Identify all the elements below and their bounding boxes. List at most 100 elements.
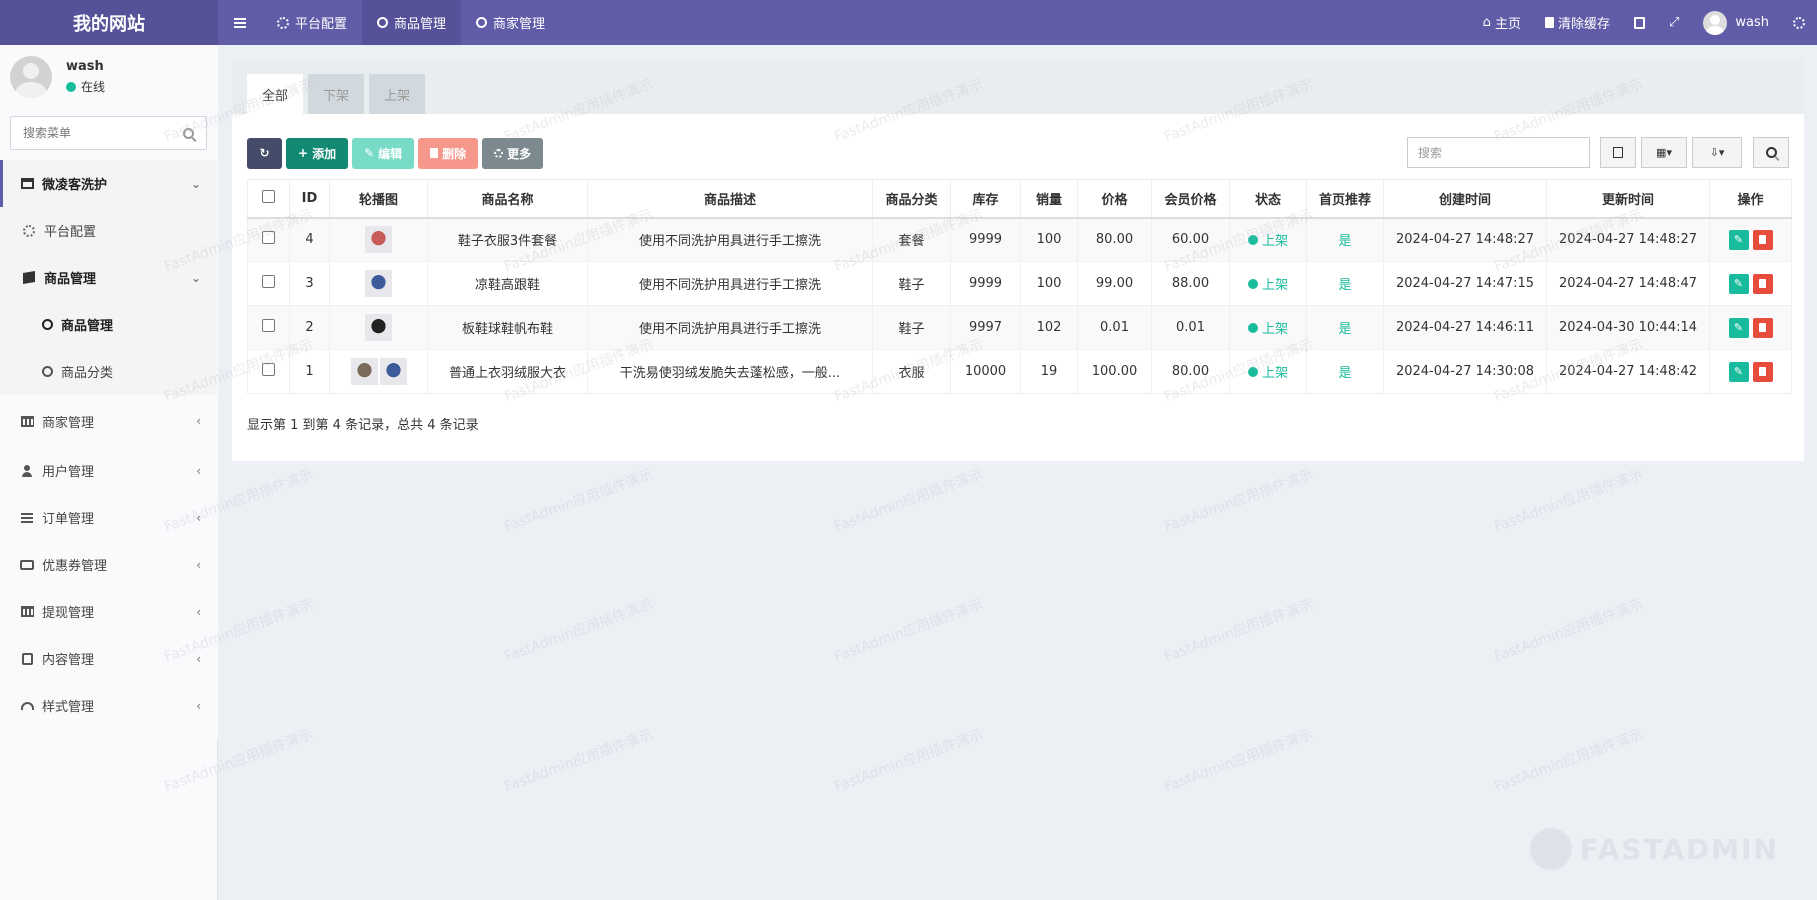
table-row[interactable]: 3 凉鞋高跟鞋 使用不同洗护用具进行手工擦洗 鞋子 9999 100 99.00… — [247, 261, 1792, 306]
tab-on-shelf[interactable]: 上架 — [369, 74, 426, 114]
product-thumbnail[interactable] — [350, 358, 378, 385]
sidebar-item-label: 商家管理 — [42, 415, 95, 431]
product-table: ID 轮播图 商品名称 商品描述 商品分类 库存 销量 价格 会员价格 状态 首… — [247, 179, 1792, 394]
status-badge[interactable]: 上架 — [1247, 362, 1288, 381]
sidebar-toggle-button[interactable] — [218, 0, 262, 45]
col-header[interactable]: 创建时间 — [1383, 179, 1547, 219]
select-all-checkbox[interactable] — [262, 189, 275, 203]
filter-tabs: 全部 下架 上架 — [232, 59, 1804, 114]
row-edit-button[interactable]: ✎ — [1728, 317, 1749, 338]
cell-actions: ✎ — [1709, 305, 1792, 350]
col-header[interactable]: ID — [289, 179, 330, 219]
clear-cache-button[interactable]: 清除缓存 — [1533, 0, 1622, 45]
export-button[interactable]: ⇩ ▾ — [1692, 137, 1742, 168]
product-thumbnail[interactable] — [379, 358, 407, 385]
sidebar-item-label: 内容管理 — [42, 653, 95, 668]
cell-id: 2 — [289, 305, 330, 350]
top-tab-platform-config[interactable]: 平台配置 — [262, 0, 362, 45]
col-header[interactable]: 商品分类 — [872, 179, 951, 219]
fullscreen-button[interactable]: ⤢ — [1657, 0, 1691, 45]
more-button[interactable]: 更多 — [482, 137, 544, 169]
sidebar-item-product-management[interactable]: 商品管理 ⌄ — [0, 254, 217, 301]
col-header[interactable]: 状态 — [1229, 179, 1307, 219]
row-checkbox[interactable] — [262, 363, 275, 376]
sidebar-item-label: 商品管理 — [44, 272, 97, 287]
user-menu[interactable]: wash — [1691, 0, 1781, 45]
edit-button[interactable]: ✎ 编辑 — [352, 137, 415, 169]
col-header[interactable]: 轮播图 — [329, 179, 428, 219]
sidebar-item-wash-care[interactable]: 微凌客洗护 ⌄ — [0, 160, 217, 207]
product-thumbnail[interactable] — [365, 314, 392, 341]
sidebar-item-style-management[interactable]: 样式管理 ‹ — [0, 682, 217, 729]
cell-status: 上架 — [1229, 305, 1307, 350]
sidebar-item-product-list[interactable]: 商品管理 — [0, 301, 217, 348]
watermark-text: FastAdmin应用插件演示 — [1492, 596, 1646, 666]
toggle-view-button[interactable] — [1600, 137, 1636, 168]
product-thumbnail[interactable] — [365, 270, 392, 297]
status-badge[interactable]: 上架 — [1247, 230, 1288, 249]
cell-images — [329, 305, 428, 350]
sidebar-item-coupon-management[interactable]: 优惠券管理 ‹ — [0, 541, 217, 588]
row-delete-button[interactable] — [1752, 317, 1773, 338]
language-toggle-button[interactable] — [1622, 0, 1657, 45]
recommend-toggle[interactable]: 是 — [1338, 234, 1351, 249]
tab-off-shelf[interactable]: 下架 — [308, 74, 365, 114]
top-tab-product-management[interactable]: 商品管理 — [362, 0, 462, 45]
table-row[interactable]: 4 鞋子衣服3件套餐 使用不同洗护用具进行手工擦洗 套餐 9999 100 80… — [247, 217, 1792, 262]
sidebar-item-order-management[interactable]: 订单管理 ‹ — [0, 494, 217, 541]
table-row[interactable]: 1 普通上衣羽绒服大衣 干洗易使羽绒发脆失去蓬松感，一般... 衣服 10000… — [247, 349, 1792, 394]
sidebar-item-merchant-management[interactable]: 商家管理 ‹ — [0, 395, 217, 447]
col-header[interactable]: 商品名称 — [427, 179, 588, 219]
top-right-nav: ⌂ 主页 清除缓存 ⤢ wash — [1471, 0, 1817, 45]
row-checkbox[interactable] — [262, 319, 275, 332]
advanced-search-button[interactable] — [1753, 137, 1789, 168]
delete-button[interactable]: 删除 — [418, 137, 479, 169]
top-tab-merchant-management[interactable]: 商家管理 — [461, 0, 560, 45]
recommend-toggle[interactable]: 是 — [1338, 278, 1351, 293]
bank-icon — [20, 414, 34, 428]
sidebar-item-content-management[interactable]: 内容管理 ‹ — [0, 635, 217, 682]
col-header[interactable]: 价格 — [1077, 179, 1152, 219]
columns-button[interactable]: ▦ ▾ — [1641, 137, 1687, 168]
home-link[interactable]: ⌂ 主页 — [1471, 0, 1533, 45]
row-delete-button[interactable] — [1752, 361, 1773, 382]
col-header[interactable]: 更新时间 — [1546, 179, 1710, 219]
sidebar-item-withdraw-management[interactable]: 提现管理 ‹ — [0, 588, 217, 635]
status-label: 上架 — [1261, 278, 1288, 293]
sidebar-item-user-management[interactable]: 用户管理 ‹ — [0, 447, 217, 494]
table-row[interactable]: 2 板鞋球鞋帆布鞋 使用不同洗护用具进行手工擦洗 鞋子 9997 102 0.0… — [247, 305, 1792, 350]
row-delete-button[interactable] — [1752, 229, 1773, 250]
recommend-toggle[interactable]: 是 — [1338, 322, 1351, 337]
refresh-button[interactable]: ↻ — [247, 137, 282, 169]
table-search-input[interactable]: 搜索 — [1407, 137, 1590, 168]
row-edit-button[interactable]: ✎ — [1728, 361, 1749, 382]
search-icon[interactable] — [183, 127, 194, 139]
site-logo[interactable]: 我的网站 — [0, 0, 218, 45]
add-button[interactable]: + 添加 — [286, 137, 349, 169]
sidebar-item-product-category[interactable]: 商品分类 — [0, 348, 217, 395]
row-delete-button[interactable] — [1752, 273, 1773, 294]
col-header[interactable]: 首页推荐 — [1306, 179, 1384, 219]
menu-search-input[interactable] — [23, 126, 183, 140]
row-checkbox[interactable] — [262, 231, 275, 245]
col-header[interactable]: 会员价格 — [1151, 179, 1230, 219]
cell-name: 鞋子衣服3件套餐 — [427, 217, 588, 262]
recommend-toggle[interactable]: 是 — [1338, 366, 1351, 381]
row-edit-button[interactable]: ✎ — [1728, 229, 1749, 250]
row-edit-button[interactable]: ✎ — [1728, 273, 1749, 294]
fastadmin-logo-text: FASTADMIN — [1579, 832, 1779, 866]
tab-all[interactable]: 全部 — [247, 74, 304, 114]
settings-button[interactable] — [1781, 0, 1817, 45]
sidebar-item-platform-config[interactable]: 平台配置 — [0, 207, 217, 254]
chevron-left-icon: ‹ — [196, 414, 201, 428]
col-header[interactable]: 销量 — [1020, 179, 1078, 219]
col-header[interactable]: 商品描述 — [587, 179, 873, 219]
top-tab-label: 商品管理 — [394, 17, 447, 32]
status-badge[interactable]: 上架 — [1247, 318, 1288, 337]
circle-icon — [42, 319, 53, 330]
watermark-text: FastAdmin应用插件演示 — [1492, 466, 1646, 536]
row-checkbox[interactable] — [262, 275, 275, 288]
status-badge[interactable]: 上架 — [1247, 274, 1288, 293]
col-header[interactable]: 库存 — [950, 179, 1021, 219]
product-thumbnail[interactable] — [365, 226, 392, 254]
